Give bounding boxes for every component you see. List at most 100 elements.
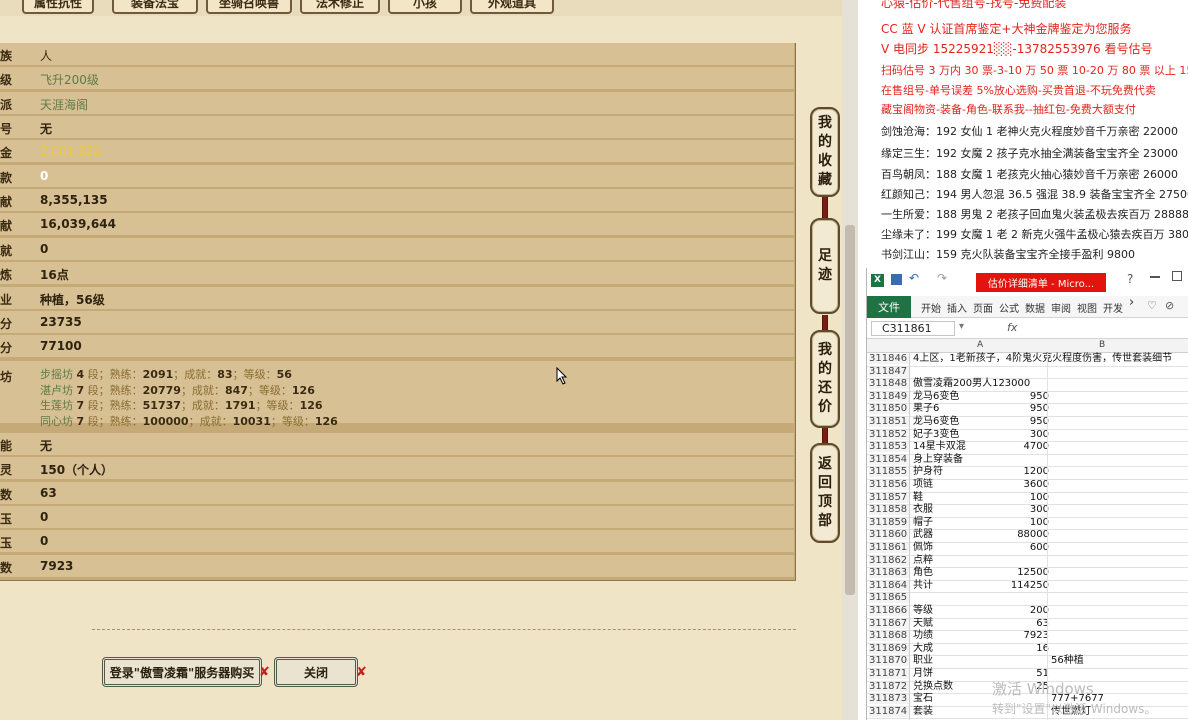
row-number[interactable]: 311871 [869,669,909,679]
row-number[interactable]: 311858 [869,505,909,516]
cell-a[interactable]: 鞋 [913,492,923,503]
excel-row[interactable]: 311864 共计 114250 [867,580,1188,594]
cell-a[interactable]: 衣服 [913,505,933,515]
cell-a[interactable]: 套装 [913,706,933,717]
minimize-icon[interactable] [1150,276,1160,278]
tab-6[interactable]: 外观道具 [470,0,554,14]
close-button[interactable]: 关闭 [274,657,358,687]
cell-a[interactable]: 职业 [913,656,933,666]
excel-row[interactable]: 311863 角色 12500 [867,568,1188,581]
cell-b[interactable]: 114250 [1011,580,1049,591]
cell-a[interactable]: 点粹 [913,555,933,566]
row-number[interactable]: 311865 [869,593,909,604]
excel-row[interactable]: 311868 功绩 7923 [867,631,1188,644]
cell-a[interactable]: 果子6 [913,404,939,414]
cell-b[interactable]: 12500 [1017,568,1049,578]
row-number[interactable]: 311869 [869,643,909,654]
ribbon-tab-6[interactable]: 审阅 [1051,300,1071,315]
row-number[interactable]: 311850 [869,404,909,415]
row-number[interactable]: 311853 [869,442,909,453]
row-number[interactable]: 311852 [869,429,909,440]
page-scrollbar-thumb[interactable] [845,225,855,595]
excel-row[interactable]: 311848 傲雪凌霜200男人123000 [867,379,1188,392]
row-number[interactable]: 311856 [869,480,909,490]
ribbon-more-icon[interactable]: › [1129,295,1134,310]
cell-a[interactable]: 妃子3变色 [913,429,959,440]
fx-icon[interactable]: fx [1007,321,1017,334]
row-number[interactable]: 311849 [869,391,909,402]
ribbon-tab-7[interactable]: 视图 [1077,300,1097,315]
cell-a[interactable]: 月饼 [913,669,933,679]
row-number[interactable]: 311862 [869,555,909,566]
cell-a[interactable]: 护身符 [913,467,943,477]
row-number[interactable]: 311868 [869,631,909,642]
row-number[interactable]: 311846 [869,354,909,364]
cell-a[interactable]: 兑换点数 [913,681,953,692]
row-number[interactable]: 311860 [869,530,909,541]
namebox-dropdown-icon[interactable]: ▾ [959,321,964,332]
row-number[interactable]: 311851 [869,417,909,427]
redo-icon[interactable]: ↷ [937,271,947,285]
maximize-icon[interactable] [1172,271,1182,281]
cell-a[interactable]: 等级 [913,606,933,616]
file-tab[interactable]: 文件 [867,296,911,318]
ribbon-tab-4[interactable]: 公式 [999,300,1019,315]
ribbon-help-icon[interactable]: ♡ [1147,299,1157,312]
excel-row[interactable]: 311851 龙马6变色 950 [867,417,1188,430]
cell-b[interactable]: 1200 [1024,467,1049,477]
ribbon-tab-3[interactable]: 页面 [973,300,993,315]
excel-row[interactable]: 311856 项链 3600 [867,480,1188,493]
excel-row[interactable]: 311853 14星卡双混 4700 [867,442,1188,455]
login-server-buy-button[interactable]: 登录"傲雪凌霜"服务器购买 [102,657,262,687]
row-number[interactable]: 311855 [869,467,909,478]
side-button-3[interactable]: 我的还价 [810,330,840,428]
ribbon-tab-2[interactable]: 插入 [947,300,967,315]
cell-a[interactable]: 项链 [913,480,933,490]
cell-b[interactable]: 7923 [1024,631,1049,641]
cell-a[interactable]: 身上穿装备 [913,454,963,465]
excel-row[interactable]: 311858 衣服 300 [867,505,1188,518]
row-number[interactable]: 311847 [869,366,909,377]
tab-3[interactable]: 坐骑召唤兽 [206,0,292,14]
row-number[interactable]: 311861 [869,543,909,553]
ribbon-tab-8[interactable]: 开发 [1103,300,1123,315]
tab-5[interactable]: 小孩 [388,0,462,14]
row-number[interactable]: 311848 [869,379,909,390]
cell-a[interactable]: 14星卡双混 [913,442,966,452]
side-button-2[interactable]: 足迹 [810,218,840,314]
name-box[interactable]: C311861 [871,321,955,336]
excel-row[interactable]: 311846 4上区，1老新孩子，4阶鬼火克火程度伤害，传世套装细节 [867,354,1188,367]
side-button-4[interactable]: 返回顶部 [810,443,840,543]
cell-a[interactable]: 共计 [913,580,933,591]
cell-a[interactable]: 傲雪凌霜200男人123000 [913,379,1030,389]
row-number[interactable]: 311859 [869,517,909,528]
cell-b[interactable]: 4700 [1024,442,1049,452]
column-header-b[interactable]: B [1099,340,1105,350]
side-button-1[interactable]: 我的收藏 [810,107,840,197]
row-number[interactable]: 311870 [869,656,909,667]
save-icon[interactable] [891,274,902,285]
cell-b[interactable]: 56种植 [1051,656,1084,666]
row-number[interactable]: 311867 [869,618,909,629]
undo-icon[interactable]: ↶ [909,271,919,285]
row-number[interactable]: 311863 [869,568,909,579]
cell-a[interactable]: 功绩 [913,631,933,641]
row-number[interactable]: 311866 [869,606,909,616]
row-number[interactable]: 311873 [869,694,909,705]
cell-a[interactable]: 天赋 [913,618,933,629]
cell-a[interactable]: 大成 [913,643,933,654]
help-icon[interactable]: ? [1127,272,1133,286]
tab-2[interactable]: 装备法宝 [112,0,198,14]
tab-1[interactable]: 属性抗性 [22,0,94,14]
ribbon-minimize-icon[interactable]: ⊘ [1165,299,1174,312]
cell-a[interactable]: 帽子 [913,517,933,528]
row-number[interactable]: 311864 [869,580,909,591]
row-number[interactable]: 311872 [869,681,909,692]
tab-4[interactable]: 法术修正 [300,0,380,14]
excel-row[interactable]: 311861 佩饰 600 [867,543,1188,556]
row-number[interactable]: 311857 [869,492,909,503]
row-number[interactable]: 311854 [869,454,909,465]
cell-a[interactable]: 角色 [913,568,933,578]
cell-b[interactable]: 88000 [1017,530,1049,540]
ribbon-tab-1[interactable]: 开始 [921,300,941,315]
